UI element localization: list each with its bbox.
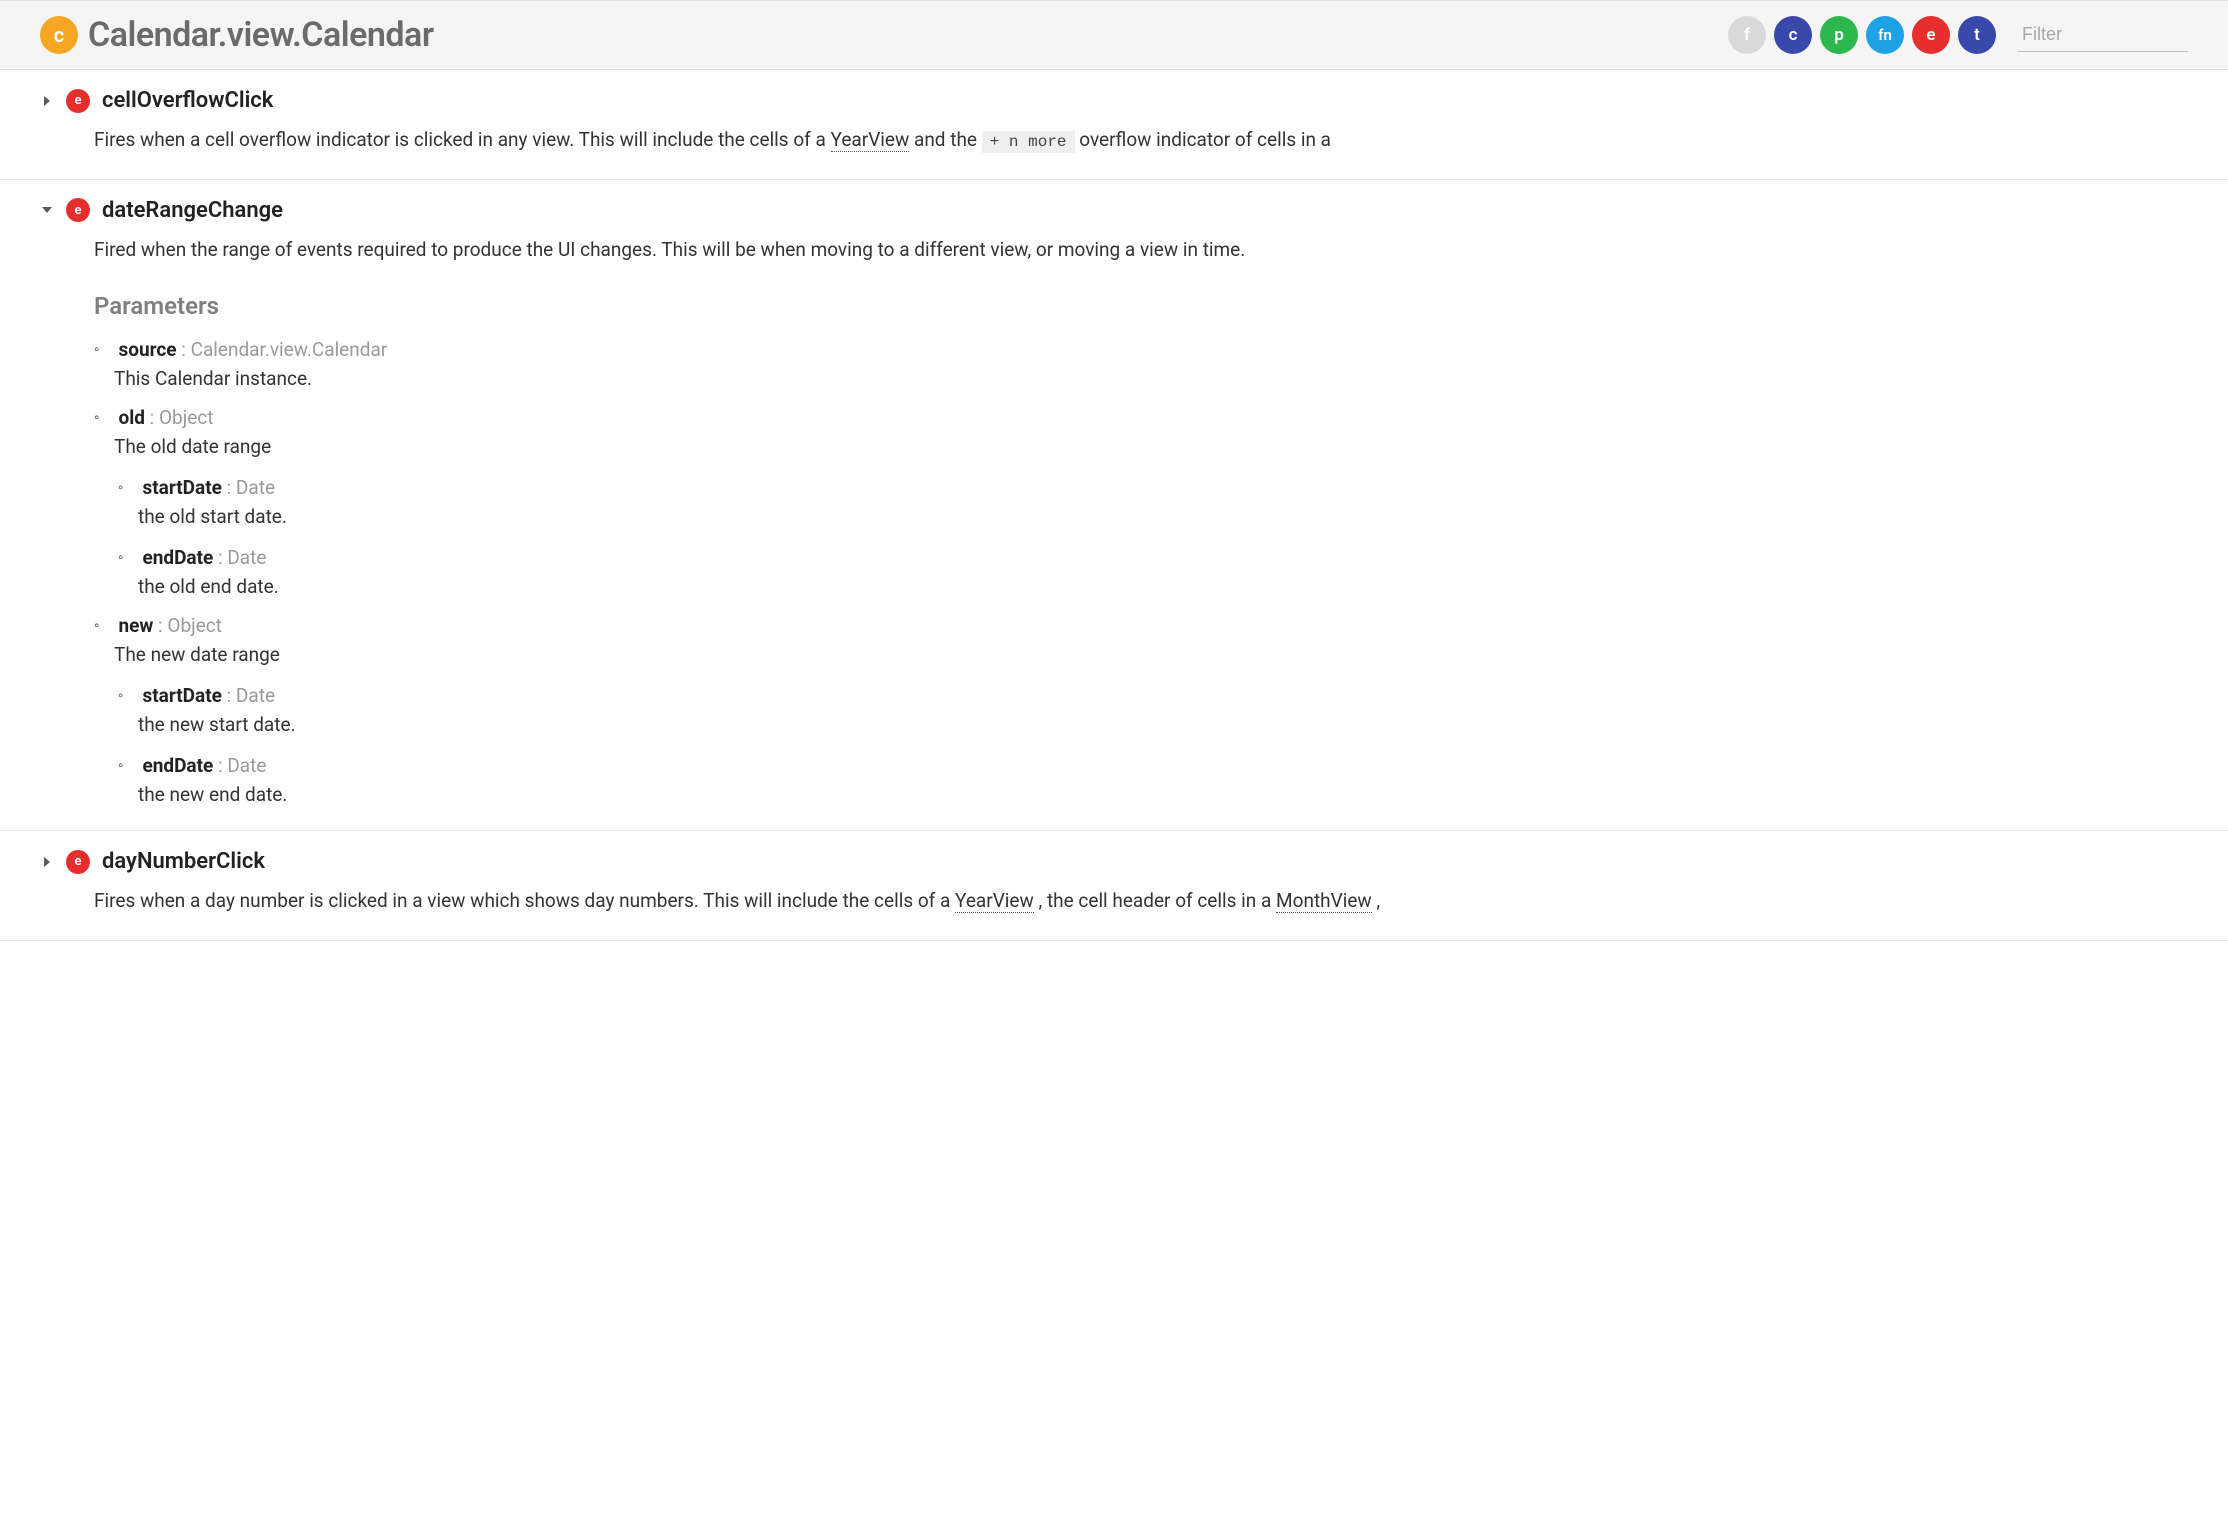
member-dateRangeChange: e dateRangeChange Fired when the range o… xyxy=(0,180,2228,831)
parameters-heading: Parameters xyxy=(94,292,2188,320)
param-name: old xyxy=(118,406,144,429)
page-header: c Calendar.view.Calendar f c p fn e t xyxy=(0,0,2228,70)
event-icon: e xyxy=(66,89,90,113)
param-type: : Object xyxy=(145,406,214,429)
link-monthview[interactable]: MonthView xyxy=(1276,889,1372,913)
param-description: This Calendar instance. xyxy=(114,367,2188,390)
desc-text: , xyxy=(1376,889,1380,912)
param-new: new : Object The new date range startDat… xyxy=(94,614,2188,806)
member-description: Fires when a day number is clicked in a … xyxy=(94,886,2188,915)
sub-params: startDate : Date the new start date. end… xyxy=(118,684,2188,806)
chevron-down-icon[interactable] xyxy=(40,205,54,215)
member-list: e cellOverflowClick Fires when a cell ov… xyxy=(0,70,2228,941)
param-old-endDate: endDate : Date the old end date. xyxy=(118,546,2188,598)
param-type: : Date xyxy=(222,476,275,499)
member-name: dayNumberClick xyxy=(102,849,265,874)
header-right: f c p fn e t xyxy=(1728,16,2188,54)
filter-pill-functions[interactable]: fn xyxy=(1866,16,1904,54)
param-type: : Date xyxy=(222,684,275,707)
param-name: startDate xyxy=(142,684,221,707)
filter-pill-events[interactable]: e xyxy=(1912,16,1950,54)
filter-wrap xyxy=(2018,18,2188,52)
member-header[interactable]: e dayNumberClick xyxy=(40,849,2188,874)
param-type: : Object xyxy=(153,614,222,637)
desc-text: and the xyxy=(914,128,982,151)
param-description: the old start date. xyxy=(138,505,2188,528)
param-name: startDate xyxy=(142,476,221,499)
param-name: source xyxy=(118,338,176,361)
param-description: the new end date. xyxy=(138,783,2188,806)
param-type: : Date xyxy=(213,754,266,777)
param-new-startDate: startDate : Date the new start date. xyxy=(118,684,2188,736)
param-name: new xyxy=(118,614,153,637)
link-yearview[interactable]: YearView xyxy=(955,889,1034,913)
desc-text: Fires when a cell overflow indicator is … xyxy=(94,128,831,151)
class-icon: c xyxy=(40,16,78,54)
desc-text: overflow indicator of cells in a xyxy=(1079,128,1331,151)
filter-input[interactable] xyxy=(2018,18,2188,52)
param-type: : Date xyxy=(213,546,266,569)
param-description: the old end date. xyxy=(138,575,2188,598)
member-header[interactable]: e dateRangeChange xyxy=(40,198,2188,223)
filter-pill-configs[interactable]: c xyxy=(1774,16,1812,54)
member-cellOverflowClick: e cellOverflowClick Fires when a cell ov… xyxy=(0,70,2228,180)
filter-pill-typedefs[interactable]: t xyxy=(1958,16,1996,54)
member-name: dateRangeChange xyxy=(102,198,283,223)
filter-pill-fields[interactable]: f xyxy=(1728,16,1766,54)
param-description: The old date range xyxy=(114,435,2188,458)
param-name: endDate xyxy=(142,754,213,777)
param-old: old : Object The old date range startDat… xyxy=(94,406,2188,598)
chevron-right-icon[interactable] xyxy=(40,95,54,107)
param-type: : Calendar.view.Calendar xyxy=(177,338,388,361)
param-source: source : Calendar.view.Calendar This Cal… xyxy=(94,338,2188,390)
desc-text: , the cell header of cells in a xyxy=(1039,889,1277,912)
param-description: the new start date. xyxy=(138,713,2188,736)
parameters-list: source : Calendar.view.Calendar This Cal… xyxy=(94,338,2188,806)
member-description: Fired when the range of events required … xyxy=(94,235,2188,264)
chevron-right-icon[interactable] xyxy=(40,856,54,868)
param-description: The new date range xyxy=(114,643,2188,666)
member-name: cellOverflowClick xyxy=(102,88,273,113)
desc-text: Fires when a day number is clicked in a … xyxy=(94,889,955,912)
param-old-startDate: startDate : Date the old start date. xyxy=(118,476,2188,528)
page-title: Calendar.view.Calendar xyxy=(88,15,434,55)
member-header[interactable]: e cellOverflowClick xyxy=(40,88,2188,113)
event-icon: e xyxy=(66,850,90,874)
sub-params: startDate : Date the old start date. end… xyxy=(118,476,2188,598)
inline-code: + n more xyxy=(982,131,1075,153)
event-icon: e xyxy=(66,198,90,222)
param-name: endDate xyxy=(142,546,213,569)
member-description: Fires when a cell overflow indicator is … xyxy=(94,125,2188,155)
filter-pill-properties[interactable]: p xyxy=(1820,16,1858,54)
param-new-endDate: endDate : Date the new end date. xyxy=(118,754,2188,806)
member-dayNumberClick: e dayNumberClick Fires when a day number… xyxy=(0,831,2228,940)
header-left: c Calendar.view.Calendar xyxy=(40,15,434,55)
link-yearview[interactable]: YearView xyxy=(831,128,910,152)
